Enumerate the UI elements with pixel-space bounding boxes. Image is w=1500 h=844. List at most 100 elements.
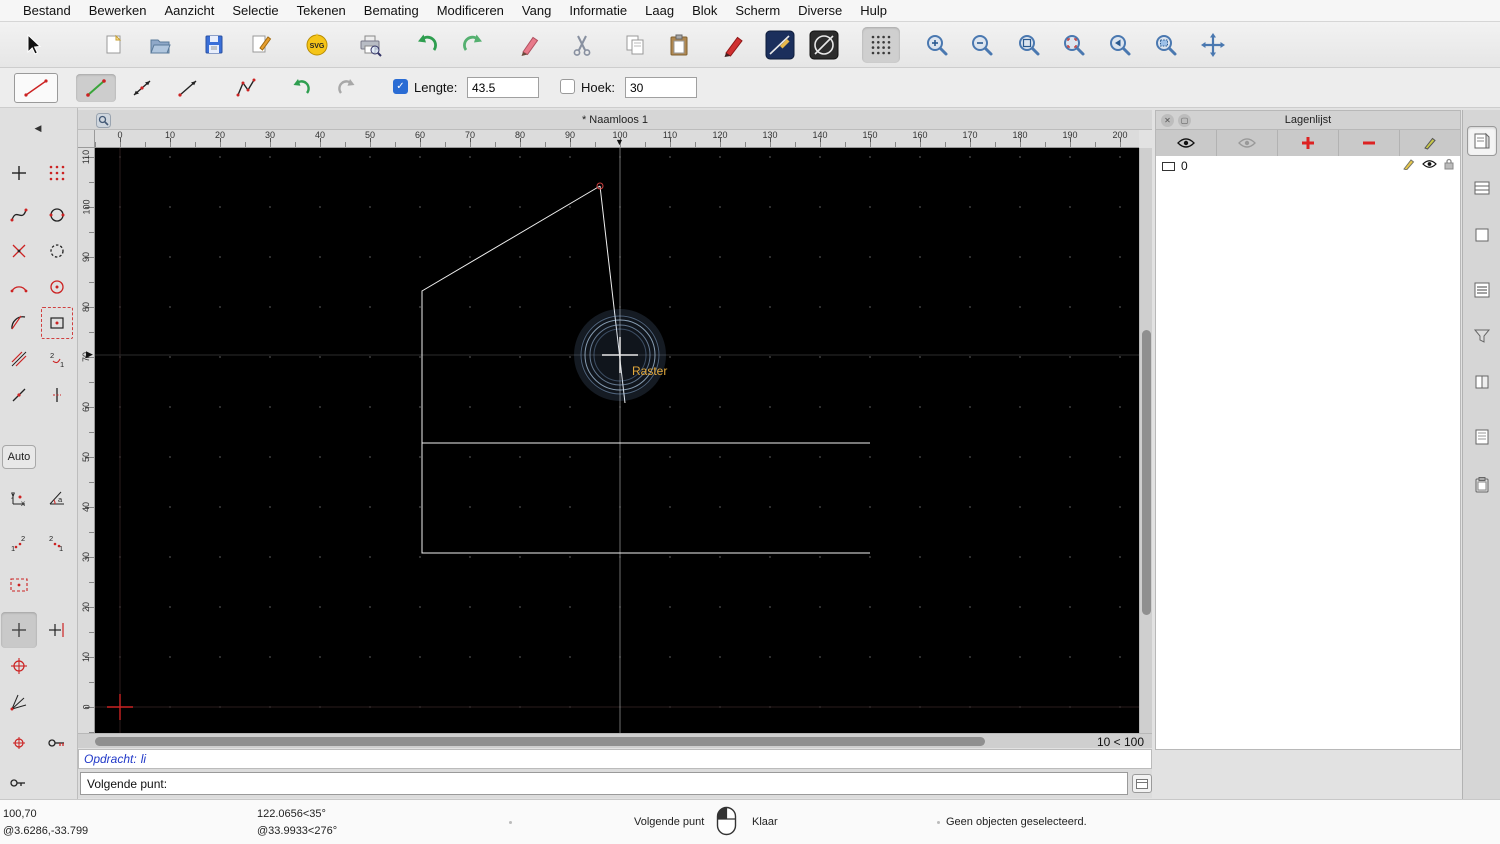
svg-export-button[interactable]: SVG: [298, 27, 336, 63]
coordinate-polar-button[interactable]: a: [39, 480, 75, 516]
edit-layer-button[interactable]: [1400, 130, 1460, 156]
edit-drawing-button[interactable]: [242, 27, 280, 63]
selection-rect-button[interactable]: [1, 567, 37, 603]
circle-dashed-tool-button[interactable]: [39, 233, 75, 269]
layer-lock-icon[interactable]: [1444, 158, 1454, 170]
library-browser-panel-button[interactable]: [1467, 367, 1497, 397]
palette-collapse-button[interactable]: ◀: [18, 120, 58, 136]
redo-button[interactable]: [454, 27, 492, 63]
menu-item[interactable]: Bewerken: [80, 3, 156, 18]
modify-pen-button[interactable]: [715, 27, 753, 63]
cut-button[interactable]: [563, 27, 601, 63]
vertical-line-tool-button[interactable]: [39, 377, 75, 413]
menu-item[interactable]: Scherm: [726, 3, 789, 18]
coordinate-xy-button[interactable]: yx: [1, 480, 37, 516]
angle-checkbox[interactable]: [560, 79, 575, 94]
snap-reference-button[interactable]: [1, 725, 37, 761]
cross-lines-tool-button[interactable]: [1, 233, 37, 269]
layer-list-panel-button[interactable]: [1467, 173, 1497, 203]
grid-toggle-button[interactable]: [862, 27, 900, 63]
restrict-key-button[interactable]: [39, 725, 75, 761]
undo-button[interactable]: [408, 27, 446, 63]
circle-2point-tool-button[interactable]: [39, 197, 75, 233]
length-checkbox[interactable]: ✓: [393, 79, 408, 94]
paste-button[interactable]: [660, 27, 698, 63]
command-line-toggle-button[interactable]: [1132, 774, 1152, 793]
layer-row[interactable]: 0: [1156, 156, 1460, 176]
selection-filter-panel-button[interactable]: [1467, 321, 1497, 351]
line-point-tool-button[interactable]: [1, 377, 37, 413]
snap-angle-fan-button[interactable]: [1, 684, 37, 720]
reference-point-2-1-button[interactable]: 21: [39, 525, 75, 561]
save-button[interactable]: [195, 27, 233, 63]
snap-grid-button[interactable]: [39, 612, 75, 648]
order-tool-button[interactable]: 21: [39, 341, 75, 377]
property-editor-panel-button[interactable]: [1467, 126, 1497, 156]
arc-tangent-tool-button[interactable]: [1, 305, 37, 341]
segment-redo-button[interactable]: [327, 74, 367, 102]
menu-item[interactable]: Modificeren: [428, 3, 513, 18]
remove-layer-button[interactable]: [1339, 130, 1400, 156]
cursor-tool-button[interactable]: [13, 27, 51, 63]
lock-relative-zero-button[interactable]: [1, 765, 37, 801]
document-tab-bar[interactable]: * Naamloos 1: [78, 110, 1152, 130]
drawing-canvas[interactable]: Raster: [95, 148, 1139, 733]
open-file-button[interactable]: [141, 27, 179, 63]
reference-point-1-2-button[interactable]: 12: [1, 525, 37, 561]
zoom-out-button[interactable]: [963, 27, 1001, 63]
menu-item[interactable]: Bestand: [14, 3, 80, 18]
command-input[interactable]: Volgende punt:: [80, 772, 1128, 795]
block-list-panel-button[interactable]: [1467, 220, 1497, 250]
view-list-panel-button[interactable]: [1467, 275, 1497, 305]
line-angle-both-button[interactable]: [122, 74, 162, 102]
horizontal-scrollbar[interactable]: 10 < 100: [78, 733, 1152, 749]
segment-undo-button[interactable]: [281, 74, 321, 102]
new-document-button[interactable]: [95, 27, 133, 63]
snap-intersection-button[interactable]: [1, 648, 37, 684]
spline-tool-button[interactable]: [1, 197, 37, 233]
delete-button[interactable]: [511, 27, 549, 63]
line-two-points-button[interactable]: [76, 74, 116, 102]
zoom-window-button[interactable]: [1147, 27, 1185, 63]
zoom-previous-button[interactable]: [1101, 27, 1139, 63]
angle-input[interactable]: [625, 77, 697, 98]
menu-item[interactable]: Tekenen: [288, 3, 355, 18]
line-properties-button[interactable]: [761, 27, 799, 63]
command-history-panel-button[interactable]: [1467, 422, 1497, 452]
rect-center-tool-button[interactable]: [39, 305, 75, 341]
menu-item[interactable]: Vang: [513, 3, 560, 18]
point-tool-button[interactable]: [1, 155, 37, 191]
menu-item[interactable]: Aanzicht: [156, 3, 224, 18]
menu-item[interactable]: Bemating: [355, 3, 428, 18]
print-preview-button[interactable]: [351, 27, 389, 63]
draft-rendering-button[interactable]: [805, 27, 843, 63]
menu-item[interactable]: Laag: [636, 3, 683, 18]
menu-item[interactable]: Blok: [683, 3, 726, 18]
clipboard-panel-button[interactable]: [1467, 470, 1497, 500]
horizontal-scrollbar-thumb[interactable]: [95, 737, 985, 746]
vertical-scrollbar[interactable]: [1139, 148, 1152, 733]
hatch-tool-button[interactable]: [1, 341, 37, 377]
auto-snap-button[interactable]: Auto: [2, 445, 36, 469]
layer-edit-pencil-icon[interactable]: [1403, 158, 1415, 170]
zoom-selection-button[interactable]: [1055, 27, 1093, 63]
length-input[interactable]: [467, 77, 539, 98]
menu-item[interactable]: Diverse: [789, 3, 851, 18]
hide-all-layers-button[interactable]: [1217, 130, 1278, 156]
polyline-button[interactable]: [226, 74, 266, 102]
menu-item[interactable]: Hulp: [851, 3, 896, 18]
vertical-scrollbar-thumb[interactable]: [1142, 330, 1151, 615]
point-grid-tool-button[interactable]: [39, 155, 75, 191]
panel-close-button[interactable]: ✕: [1161, 114, 1174, 127]
arc-tool-button[interactable]: [1, 269, 37, 305]
copy-button[interactable]: [616, 27, 654, 63]
menu-item[interactable]: Informatie: [560, 3, 636, 18]
line-angle-button[interactable]: [168, 74, 208, 102]
panel-float-button[interactable]: ▢: [1178, 114, 1191, 127]
zoom-auto-button[interactable]: [1010, 27, 1048, 63]
zoom-in-button[interactable]: [918, 27, 956, 63]
layer-visibility-icon[interactable]: [1422, 159, 1437, 169]
circle-center-tool-button[interactable]: [39, 269, 75, 305]
snap-free-button[interactable]: [1, 612, 37, 648]
add-layer-button[interactable]: [1278, 130, 1339, 156]
